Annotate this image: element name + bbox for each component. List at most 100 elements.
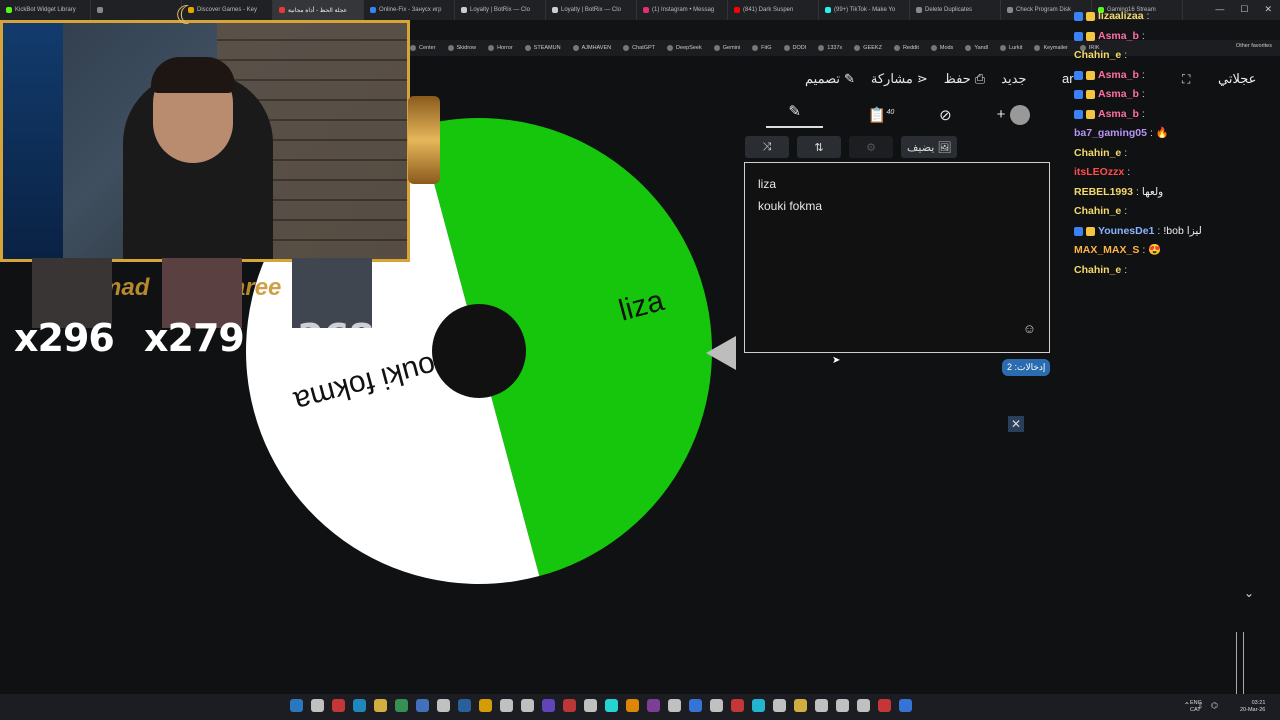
shuffle-button[interactable]: ⤨ bbox=[745, 136, 789, 158]
browser-tab[interactable]: (1) Instagram • Messag bbox=[637, 0, 728, 20]
taskbar-app-icon[interactable] bbox=[605, 699, 618, 712]
chat-username[interactable]: Asma_b bbox=[1098, 85, 1139, 105]
taskbar-app-icon[interactable] bbox=[584, 699, 597, 712]
taskbar-app-icon[interactable] bbox=[836, 699, 849, 712]
taskbar-app-icon[interactable] bbox=[647, 699, 660, 712]
taskbar-app-icon[interactable] bbox=[752, 699, 765, 712]
taskbar-app-icon[interactable] bbox=[395, 699, 408, 712]
taskbar-app-icon[interactable] bbox=[542, 699, 555, 712]
taskbar-app-icon[interactable] bbox=[311, 699, 324, 712]
taskbar-app-icon[interactable] bbox=[416, 699, 429, 712]
chevron-down-icon[interactable]: ⌄ bbox=[1244, 586, 1254, 600]
chat-username[interactable]: REBEL1993 bbox=[1074, 183, 1133, 203]
language-label[interactable]: ar bbox=[1062, 71, 1074, 86]
chat-username[interactable]: YounesDe1 bbox=[1098, 222, 1154, 242]
taskbar-app-icon[interactable] bbox=[731, 699, 744, 712]
chat-separator: : bbox=[1127, 166, 1131, 178]
share-icon: ⋖ bbox=[916, 71, 928, 86]
taskbar-app-icon[interactable] bbox=[878, 699, 891, 712]
bookmark-item[interactable]: Yandl bbox=[965, 45, 988, 51]
tab-results[interactable]: 📋40 bbox=[868, 106, 894, 124]
taskbar-app-icon[interactable] bbox=[563, 699, 576, 712]
browser-tab[interactable] bbox=[91, 0, 182, 20]
browser-tab[interactable]: (841) Dark Suspen bbox=[728, 0, 819, 20]
taskbar-app-icon[interactable] bbox=[353, 699, 366, 712]
taskbar-app-icon[interactable] bbox=[668, 699, 681, 712]
browser-tab[interactable]: Delete Duplicates bbox=[910, 0, 1001, 20]
chat-username[interactable]: itsLEOzzx bbox=[1074, 163, 1124, 183]
chat-username[interactable]: Asma_b bbox=[1098, 105, 1139, 125]
tab-hide[interactable]: ⊘ bbox=[939, 106, 952, 124]
bookmark-item[interactable]: GEEKZ bbox=[854, 45, 882, 51]
taskbar-app-icon[interactable] bbox=[899, 699, 912, 712]
browser-tab[interactable]: عجلة الحظ - أداة مجانية bbox=[273, 0, 364, 20]
bookmark-label: Skidrow bbox=[456, 45, 477, 51]
input-language[interactable]: ENG CAT bbox=[1190, 700, 1202, 714]
network-icon[interactable]: ⌬ bbox=[1211, 701, 1218, 710]
toolbar-button[interactable]: ✎ تصميم bbox=[805, 71, 855, 87]
toolbar-button[interactable]: ⎙ حفظ bbox=[944, 71, 985, 87]
bookmark-item[interactable]: Center bbox=[410, 45, 436, 51]
chat-username[interactable]: Chahin_e bbox=[1074, 261, 1121, 281]
add-wheel-button[interactable]: + bbox=[997, 105, 1030, 125]
chat-username[interactable]: lizaalizaa bbox=[1098, 7, 1144, 27]
bookmark-item[interactable]: Reddit bbox=[893, 45, 919, 51]
taskbar-app-icon[interactable] bbox=[374, 699, 387, 712]
taskbar-app-icon[interactable] bbox=[521, 699, 534, 712]
taskbar-app-icon[interactable] bbox=[290, 699, 303, 712]
toolbar-button[interactable]: جديد bbox=[1001, 71, 1030, 87]
taskbar-app-icon[interactable] bbox=[710, 699, 723, 712]
bookmark-item[interactable]: Keymailer bbox=[1034, 45, 1068, 51]
chat-username[interactable]: ba7_gaming05 bbox=[1074, 124, 1147, 144]
taskbar-app-icon[interactable] bbox=[437, 699, 450, 712]
taskbar-app-icon[interactable] bbox=[689, 699, 702, 712]
bookmark-item[interactable]: DODI bbox=[783, 45, 806, 51]
webcam-overlay bbox=[0, 20, 410, 262]
bookmark-item[interactable]: Horror bbox=[488, 45, 513, 51]
bookmark-item[interactable]: DeepSeek bbox=[667, 45, 702, 51]
taskbar-app-icon[interactable] bbox=[500, 699, 513, 712]
chat-username[interactable]: Asma_b bbox=[1098, 27, 1139, 47]
taskbar-app-icon[interactable] bbox=[479, 699, 492, 712]
tab-title: Online-Fix - Занусх игр bbox=[379, 7, 442, 13]
taskbar-app-icon[interactable] bbox=[857, 699, 870, 712]
chat-username[interactable]: Asma_b bbox=[1098, 66, 1139, 86]
tab-edit[interactable]: ✎ bbox=[766, 102, 823, 128]
tab-favicon-icon bbox=[97, 7, 103, 13]
chat-username[interactable]: Chahin_e bbox=[1074, 46, 1121, 66]
taskbar-clock[interactable]: 03:21 20-Mar-26 bbox=[1240, 700, 1265, 714]
browser-tab[interactable]: Online-Fix - Занусх игр bbox=[364, 0, 455, 20]
bookmark-item[interactable]: AJMHAVEN bbox=[572, 45, 611, 51]
browser-tab[interactable]: Loyalty | BotRix — Clo bbox=[546, 0, 637, 20]
taskbar-app-icon[interactable] bbox=[332, 699, 345, 712]
entries-textarea[interactable]: liza kouki fokma ☺ bbox=[744, 162, 1050, 353]
chat-username[interactable]: Chahin_e bbox=[1074, 202, 1121, 222]
bookmark-item[interactable]: FitG bbox=[752, 45, 772, 51]
bookmark-item[interactable]: ChatGPT bbox=[623, 45, 655, 51]
bookmark-item[interactable]: STEAMUN bbox=[524, 45, 561, 51]
browser-tab[interactable]: KickBot Widget Library bbox=[0, 0, 91, 20]
emoji-icon[interactable]: ☺ bbox=[1023, 318, 1036, 340]
bookmark-item[interactable]: Skidrow bbox=[447, 45, 477, 51]
taskbar-app-icon[interactable] bbox=[815, 699, 828, 712]
advanced-button[interactable]: ⚙ bbox=[849, 136, 893, 158]
taskbar-app-icon[interactable] bbox=[626, 699, 639, 712]
bookmark-item[interactable]: 1337x bbox=[818, 45, 842, 51]
browser-tab[interactable]: Loyalty | BotRix — Clo bbox=[455, 0, 546, 20]
taskbar-app-icon[interactable] bbox=[458, 699, 471, 712]
close-icon[interactable]: ✕ bbox=[1008, 416, 1024, 432]
chat-username[interactable]: Chahin_e bbox=[1074, 144, 1121, 164]
toolbar-label: مشاركة bbox=[870, 71, 913, 86]
bookmark-item[interactable]: Gemini bbox=[713, 45, 740, 51]
bookmark-item[interactable]: Mods bbox=[930, 45, 953, 51]
browser-tab[interactable]: (99+) TikTok - Make Yo bbox=[819, 0, 910, 20]
add-image-button[interactable]: يضيف 🖼 bbox=[901, 136, 958, 158]
toolbar-button[interactable]: ⋖ مشاركة bbox=[871, 71, 928, 87]
sort-button[interactable]: ⇅ bbox=[797, 136, 841, 158]
chat-text: 🔥 bbox=[1155, 127, 1169, 139]
taskbar-app-icon[interactable] bbox=[794, 699, 807, 712]
wheel-center[interactable] bbox=[432, 304, 526, 398]
taskbar-app-icon[interactable] bbox=[773, 699, 786, 712]
bookmark-item[interactable]: Lurkit bbox=[999, 45, 1022, 51]
chat-username[interactable]: MAX_MAX_S bbox=[1074, 241, 1139, 261]
